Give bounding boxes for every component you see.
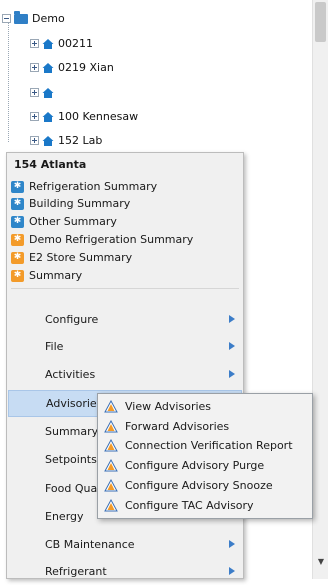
expand-icon[interactable]	[30, 136, 39, 145]
menu-item-label: Demo Refrigeration Summary	[29, 233, 194, 246]
submenu-item-connection-verification-report[interactable]: Connection Verification Report	[104, 436, 293, 454]
menu-item-label: Building Summary	[29, 197, 131, 210]
tree-node-label: 100 Kennesaw	[58, 110, 139, 123]
site-tree: Demo 00211 0219 Xian 100 Kennesaw 152 La…	[0, 0, 312, 152]
menu-item-label: CB Maintenance	[45, 538, 135, 551]
submenu-item-label: Connection Verification Report	[125, 438, 293, 452]
menu-item-other-summary[interactable]: Other Summary	[11, 213, 117, 230]
vertical-scrollbar[interactable]: ▼	[312, 0, 328, 579]
submenu-item-configure-advisory-purge[interactable]: Configure Advisory Purge	[104, 456, 264, 474]
submenu-arrow-icon	[229, 540, 235, 548]
menu-item-label: Configure	[45, 313, 99, 326]
tree-node[interactable]: 0219 Xian	[30, 59, 114, 76]
menu-separator	[11, 288, 239, 289]
site-icon	[42, 111, 54, 122]
tree-node-label: 152 Lab	[58, 134, 103, 147]
menu-item-label: Summary	[29, 269, 83, 282]
tree-node-label: 0219 Xian	[58, 61, 114, 74]
submenu-item-label: Forward Advisories	[125, 419, 230, 433]
submenu-item-configure-advisory-snooze[interactable]: Configure Advisory Snooze	[104, 476, 273, 494]
scroll-down-arrow-icon[interactable]: ▼	[316, 557, 326, 567]
summary-icon	[11, 269, 24, 282]
tree-node[interactable]: 00211	[30, 35, 93, 52]
tree-node-label: 00211	[58, 37, 93, 50]
menu-item-demo-refrigeration-summary[interactable]: Demo Refrigeration Summary	[11, 231, 193, 248]
menu-item-refrigeration-summary[interactable]: Refrigeration Summary	[11, 178, 157, 195]
submenu-arrow-icon	[229, 342, 235, 350]
summary-icon	[11, 180, 24, 193]
menu-item-label: Energy	[45, 510, 84, 523]
tree-node[interactable]: 100 Kennesaw	[30, 108, 138, 125]
summary-icon	[11, 215, 24, 228]
menu-item-label: Refrigeration Summary	[29, 180, 158, 193]
submenu-item-label: Configure Advisory Snooze	[125, 478, 273, 492]
tree-node-label: Demo	[32, 12, 65, 25]
site-icon	[42, 87, 54, 98]
menu-item-label: Advisories	[46, 397, 103, 410]
tree-node[interactable]	[30, 84, 58, 101]
warning-icon	[104, 438, 118, 451]
submenu-arrow-icon	[229, 370, 235, 378]
collapse-icon[interactable]	[2, 14, 11, 23]
menu-item-summary[interactable]: Summary	[11, 267, 82, 284]
warning-icon	[104, 498, 118, 511]
menu-item-label: Refrigerant	[45, 565, 107, 578]
warning-icon	[104, 399, 118, 412]
submenu-item-label: Configure TAC Advisory	[125, 498, 254, 512]
site-icon	[42, 38, 54, 49]
menu-item-activities[interactable]: Activities	[8, 361, 242, 388]
submenu-item-forward-advisories[interactable]: Forward Advisories	[104, 417, 229, 435]
menu-item-configure[interactable]: Configure	[8, 306, 242, 333]
menu-item-label: Other Summary	[29, 215, 117, 228]
tree-guide-line	[8, 20, 9, 142]
submenu-arrow-icon	[229, 567, 235, 575]
expand-icon[interactable]	[30, 63, 39, 72]
menu-item-refrigerant[interactable]: Refrigerant	[8, 558, 242, 585]
menu-item-file[interactable]: File	[8, 333, 242, 360]
submenu-item-label: View Advisories	[125, 399, 212, 413]
submenu-arrow-icon	[229, 315, 235, 323]
advisories-submenu: View Advisories Forward Advisories Conne…	[97, 393, 313, 519]
expand-icon[interactable]	[30, 88, 39, 97]
site-icon	[42, 62, 54, 73]
expand-icon[interactable]	[30, 39, 39, 48]
menu-item-label: File	[45, 340, 64, 353]
menu-item-label: E2 Store Summary	[29, 251, 133, 264]
warning-icon	[104, 478, 118, 491]
tree-node-demo[interactable]: Demo	[2, 10, 65, 27]
expand-icon[interactable]	[30, 112, 39, 121]
submenu-item-label: Configure Advisory Purge	[125, 458, 265, 472]
menu-title: 154 Atlanta	[14, 158, 87, 171]
summary-icon	[11, 233, 24, 246]
submenu-item-configure-tac-advisory[interactable]: Configure TAC Advisory	[104, 496, 254, 514]
menu-item-e2-store-summary[interactable]: E2 Store Summary	[11, 249, 132, 266]
menu-item-label: Setpoints	[45, 453, 97, 466]
scrollbar-thumb[interactable]	[315, 2, 326, 42]
site-icon	[42, 135, 54, 146]
tree-node[interactable]: 152 Lab	[30, 132, 102, 149]
summary-icon	[11, 197, 24, 210]
menu-item-building-summary[interactable]: Building Summary	[11, 195, 130, 212]
folder-icon	[14, 10, 28, 24]
menu-item-cb-maintenance[interactable]: CB Maintenance	[8, 531, 242, 558]
warning-icon	[104, 458, 118, 471]
submenu-item-view-advisories[interactable]: View Advisories	[104, 397, 211, 415]
menu-item-label: Activities	[45, 368, 96, 381]
menu-item-label: Summary	[45, 425, 99, 438]
warning-icon	[104, 419, 118, 432]
summary-icon	[11, 251, 24, 264]
